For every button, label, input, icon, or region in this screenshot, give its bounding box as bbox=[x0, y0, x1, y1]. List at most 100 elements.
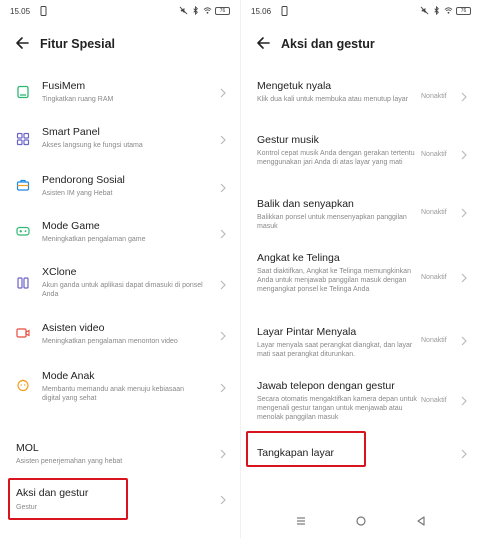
status-bar: 15.06 76 bbox=[241, 6, 480, 20]
right-screen: 15.06 76 Aksi dan gestur Mengetuk nyala … bbox=[240, 0, 480, 538]
chevron-right-icon bbox=[461, 449, 467, 459]
list-item-smart-panel[interactable]: Smart Panel Akses langsung ke fungsi uta… bbox=[0, 124, 240, 160]
item-label: Mode Game bbox=[42, 220, 100, 232]
list-item-mengetuk-nyala[interactable]: Mengetuk nyala Klik dua kali untuk membu… bbox=[241, 78, 480, 112]
page-title: Fitur Spesial bbox=[40, 37, 116, 51]
list-item-asisten-video[interactable]: Asisten video Meningkatkan pengalaman me… bbox=[0, 320, 240, 356]
item-label: Mengetuk nyala bbox=[257, 80, 332, 92]
list-item-layar-pintar-menyala[interactable]: Layar Pintar Menyala Layar menyala saat … bbox=[241, 324, 480, 360]
item-label: Layar Pintar Menyala bbox=[257, 326, 357, 338]
item-subtitle: Asisten penerjemahan yang hebat bbox=[16, 458, 123, 465]
briefcase-icon bbox=[16, 179, 30, 191]
item-subtitle: Kontrol cepat musik Anda dengan gerakan … bbox=[257, 150, 415, 166]
item-label: Angkat ke Telinga bbox=[257, 252, 340, 264]
item-label: Aksi dan gestur bbox=[16, 487, 89, 499]
list-item-tangkapan-layar[interactable]: Tangkapan layar bbox=[241, 445, 480, 465]
item-label: Balik dan senyapkan bbox=[257, 198, 354, 210]
chevron-right-icon bbox=[461, 273, 467, 283]
list-item-balik-dan-senyapkan[interactable]: Balik dan senyapkan Balikkan ponsel untu… bbox=[241, 196, 480, 232]
video-icon bbox=[16, 328, 30, 338]
item-subtitle: Akses langsung ke fungsi utama bbox=[42, 142, 143, 149]
gamepad-icon bbox=[16, 226, 30, 236]
status-value: Nonaktif bbox=[421, 397, 447, 404]
item-label: FusiMem bbox=[42, 80, 86, 92]
item-subtitle: Balikkan ponsel untuk mensenyapkan pangg… bbox=[257, 214, 407, 230]
home-icon[interactable] bbox=[355, 515, 367, 527]
item-subtitle: Gestur bbox=[16, 504, 38, 511]
item-subtitle: Klik dua kali untuk membuka atau menutup… bbox=[257, 96, 408, 103]
sim-icon bbox=[40, 6, 47, 16]
sim-icon bbox=[281, 6, 288, 16]
back-triangle-icon[interactable] bbox=[415, 515, 427, 527]
status-value: Nonaktif bbox=[421, 274, 447, 281]
status-value: Nonaktif bbox=[421, 337, 447, 344]
list-item-fusimem[interactable]: FusiMem Tingkatkan ruang RAM bbox=[0, 78, 240, 114]
status-value: Nonaktif bbox=[421, 93, 447, 100]
list-item-pendorong-sosial[interactable]: Pendorong Sosial Asisten IM yang Hebat bbox=[0, 172, 240, 208]
chevron-right-icon bbox=[220, 183, 226, 193]
list-item-gestur-musik[interactable]: Gestur musik Kontrol cepat musik Anda de… bbox=[241, 132, 480, 178]
navigation-bar bbox=[241, 512, 480, 532]
chevron-right-icon bbox=[220, 280, 226, 290]
status-value: Nonaktif bbox=[421, 209, 447, 216]
list-item-mode-game[interactable]: Mode Game Meningkatkan pengalaman game bbox=[0, 218, 240, 254]
list-item-jawab-telepon-dengan-gestur[interactable]: Jawab telepon dengan gestur Secara otoma… bbox=[241, 378, 480, 424]
child-icon bbox=[17, 379, 29, 392]
page-header: Aksi dan gestur bbox=[241, 30, 480, 58]
grid-icon bbox=[16, 132, 30, 146]
item-subtitle: Meningkatkan pengalaman game bbox=[42, 236, 146, 243]
chevron-right-icon bbox=[461, 336, 467, 346]
battery-icon: 76 bbox=[456, 6, 471, 15]
status-bar: 15.05 76 bbox=[0, 6, 240, 20]
item-label: Gestur musik bbox=[257, 134, 319, 146]
chevron-right-icon bbox=[461, 150, 467, 160]
chevron-right-icon bbox=[461, 396, 467, 406]
mute-icon bbox=[420, 6, 429, 15]
list-item-angkat-ke-telinga[interactable]: Angkat ke Telinga Saat diaktifkan, Angka… bbox=[241, 250, 480, 306]
item-label: Jawab telepon dengan gestur bbox=[257, 380, 395, 392]
item-label: XClone bbox=[42, 266, 77, 278]
chevron-right-icon bbox=[461, 208, 467, 218]
item-label: Tangkapan layar bbox=[257, 447, 335, 459]
back-arrow-icon[interactable] bbox=[14, 35, 30, 51]
item-label: Smart Panel bbox=[42, 126, 100, 138]
item-label: MOL bbox=[16, 442, 39, 454]
status-time: 15.05 bbox=[10, 7, 31, 16]
item-label: Pendorong Sosial bbox=[42, 174, 125, 186]
wifi-icon bbox=[444, 7, 453, 14]
status-icons: 76 bbox=[420, 6, 471, 15]
chevron-right-icon bbox=[220, 449, 226, 459]
chevron-right-icon bbox=[220, 495, 226, 505]
chevron-right-icon bbox=[220, 88, 226, 98]
chevron-right-icon bbox=[461, 92, 467, 102]
list-item-xclone[interactable]: XClone Akun ganda untuk aplikasi dapat d… bbox=[0, 264, 240, 306]
status-icons: 76 bbox=[179, 6, 230, 15]
page-header: Fitur Spesial bbox=[0, 30, 240, 58]
mute-icon bbox=[179, 6, 188, 15]
item-subtitle: Akun ganda untuk aplikasi dapat dimasuki… bbox=[42, 282, 203, 298]
list-item-aksi-dan-gestur[interactable]: Aksi dan gestur Gestur bbox=[0, 485, 240, 515]
status-value: Nonaktif bbox=[421, 151, 447, 158]
item-subtitle: Asisten IM yang Hebat bbox=[42, 190, 113, 197]
memory-icon bbox=[17, 85, 29, 99]
item-subtitle: Meningkatkan pengalaman menonton video bbox=[42, 338, 178, 345]
item-subtitle: Saat diaktifkan, Angkat ke Telinga memun… bbox=[257, 268, 411, 293]
back-arrow-icon[interactable] bbox=[255, 35, 271, 51]
battery-icon: 76 bbox=[215, 6, 230, 15]
item-subtitle: Secara otomatis mengaktifkan kamera depa… bbox=[257, 396, 417, 421]
list-item-mode-anak[interactable]: Mode Anak Membantu memandu anak menuju k… bbox=[0, 368, 240, 410]
menu-icon[interactable] bbox=[295, 515, 307, 527]
item-label: Asisten video bbox=[42, 322, 105, 334]
item-subtitle: Membantu memandu anak menuju kebiasaan d… bbox=[42, 386, 185, 402]
chevron-right-icon bbox=[220, 383, 226, 393]
list-item-mol[interactable]: MOL Asisten penerjemahan yang hebat bbox=[0, 440, 240, 470]
clone-icon bbox=[17, 277, 29, 289]
status-time: 15.06 bbox=[251, 7, 272, 16]
bluetooth-icon bbox=[193, 6, 198, 15]
page-title: Aksi dan gestur bbox=[281, 37, 375, 51]
item-subtitle: Tingkatkan ruang RAM bbox=[42, 96, 114, 103]
chevron-right-icon bbox=[220, 229, 226, 239]
chevron-right-icon bbox=[220, 331, 226, 341]
left-screen: 15.05 76 Fitur Spesial FusiMem Tingkatka… bbox=[0, 0, 240, 538]
chevron-right-icon bbox=[220, 135, 226, 145]
